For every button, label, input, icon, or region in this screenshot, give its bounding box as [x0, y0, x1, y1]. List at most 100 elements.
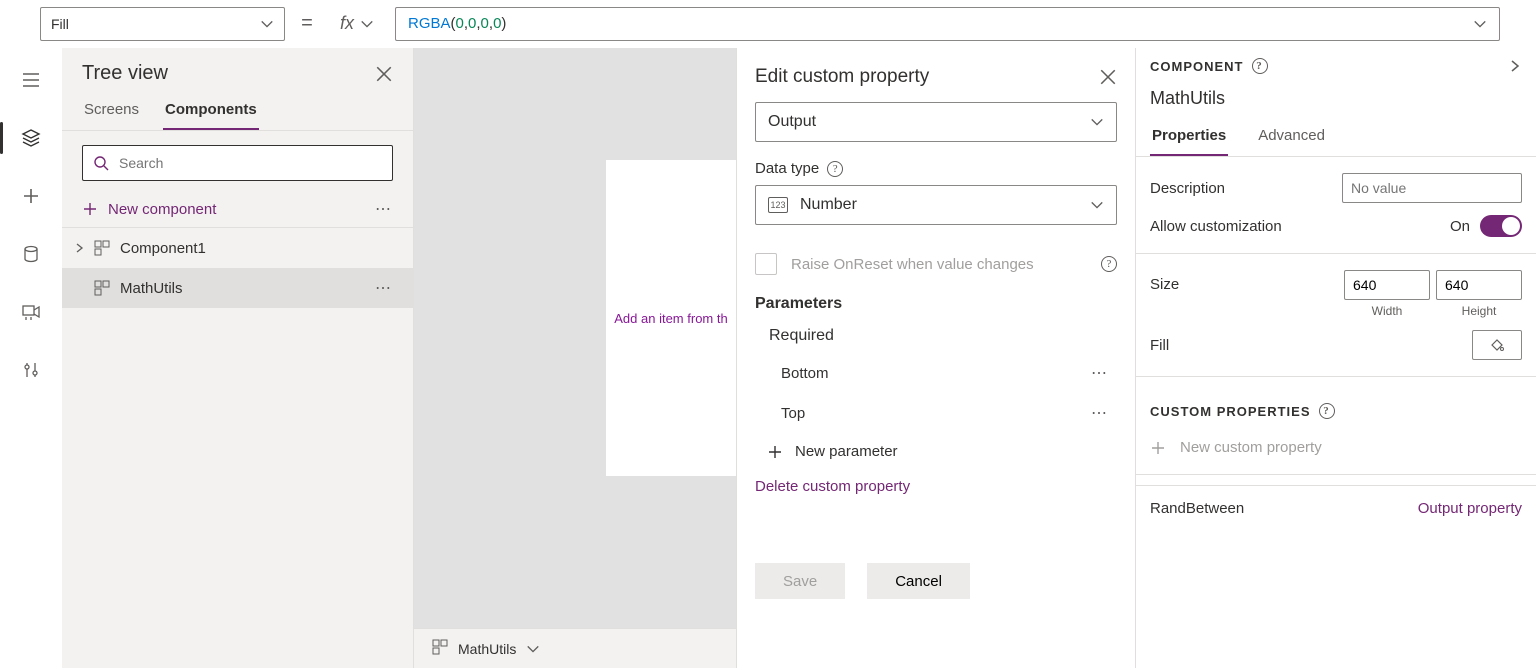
info-icon[interactable]: ? — [827, 161, 843, 177]
component-icon — [432, 639, 448, 658]
component-canvas[interactable]: Add an item from th — [606, 160, 736, 476]
canvas-area: Add an item from th MathUtils — [414, 48, 736, 668]
info-icon[interactable]: ? — [1252, 58, 1268, 74]
plus-icon — [82, 201, 98, 217]
parameter-bottom[interactable]: Bottom ⋯ — [755, 353, 1117, 393]
equals-label: = — [295, 12, 319, 35]
custom-property-type: Output property — [1418, 500, 1522, 517]
formula-function: RGBA — [408, 15, 451, 32]
tab-advanced[interactable]: Advanced — [1256, 119, 1327, 156]
tab-screens[interactable]: Screens — [82, 93, 141, 130]
parameter-more-button[interactable]: ⋯ — [1091, 363, 1109, 383]
variables-button[interactable] — [9, 348, 53, 392]
canvas-placeholder-text: Add an item from th — [614, 311, 727, 326]
save-button[interactable]: Save — [755, 563, 845, 599]
new-component-button[interactable]: New component — [82, 201, 216, 218]
parameters-heading: Parameters — [755, 295, 1117, 313]
new-parameter-label: New parameter — [795, 443, 898, 460]
property-kind-select[interactable]: Output — [755, 102, 1117, 142]
chevron-down-icon — [1090, 115, 1104, 129]
property-selector[interactable]: Fill — [40, 7, 285, 41]
left-rail — [0, 48, 62, 668]
data-type-value: Number — [800, 196, 857, 214]
component-icon — [94, 240, 112, 256]
component-name: MathUtils — [1136, 84, 1536, 119]
tab-components[interactable]: Components — [163, 93, 259, 130]
parameter-label: Bottom — [781, 365, 829, 382]
fx-button[interactable]: fx — [329, 7, 385, 41]
hamburger-button[interactable] — [9, 58, 53, 102]
search-input[interactable] — [82, 145, 393, 181]
allow-customization-toggle[interactable] — [1480, 215, 1522, 237]
chevron-down-icon[interactable] — [1473, 17, 1487, 31]
height-input[interactable] — [1436, 270, 1522, 300]
fx-icon: fx — [340, 13, 354, 34]
insert-button[interactable] — [9, 174, 53, 218]
new-component-label: New component — [108, 201, 216, 218]
delete-custom-property-link[interactable]: Delete custom property — [755, 468, 1117, 513]
tab-properties[interactable]: Properties — [1150, 119, 1228, 156]
custom-property-name: RandBetween — [1150, 500, 1244, 517]
custom-property-randbetween[interactable]: RandBetween Output property — [1136, 485, 1536, 531]
chevron-down-icon[interactable] — [526, 642, 540, 656]
parameter-top[interactable]: Top ⋯ — [755, 393, 1117, 433]
search-icon — [93, 155, 109, 171]
chevron-down-icon — [1090, 198, 1104, 212]
components-more-button[interactable]: ⋯ — [375, 199, 393, 219]
component-icon — [94, 280, 112, 296]
chevron-right-icon[interactable] — [1508, 59, 1522, 73]
width-label: Width — [1372, 304, 1403, 318]
tree-item-label: Component1 — [120, 240, 206, 257]
tree-view-button[interactable] — [9, 116, 53, 160]
tree-view-panel: Tree view Screens Components New compone… — [62, 48, 414, 668]
property-selector-value: Fill — [51, 16, 69, 32]
edit-custom-property-panel: Edit custom property Output Data type ? … — [736, 48, 1136, 668]
data-type-label: Data type — [755, 160, 819, 177]
tree-item-more-button[interactable]: ⋯ — [375, 278, 393, 298]
custom-properties-label: CUSTOM PROPERTIES — [1150, 404, 1311, 419]
properties-panel: COMPONENT ? MathUtils Properties Advance… — [1136, 48, 1536, 668]
database-icon — [21, 244, 41, 264]
number-type-icon: 123 — [768, 197, 788, 213]
data-button[interactable] — [9, 232, 53, 276]
width-input[interactable] — [1344, 270, 1430, 300]
formula-input[interactable]: RGBA(0, 0, 0, 0) — [395, 7, 1500, 41]
toggle-state-label: On — [1450, 218, 1470, 235]
plus-icon — [21, 186, 41, 206]
info-icon[interactable]: ? — [1319, 403, 1335, 419]
parameter-label: Top — [781, 405, 805, 422]
required-label: Required — [755, 323, 1117, 353]
tree-item-component1[interactable]: Component1 — [62, 228, 413, 268]
tree-item-mathutils[interactable]: MathUtils ⋯ — [62, 268, 413, 308]
size-label: Size — [1150, 270, 1179, 293]
layers-icon — [21, 128, 41, 148]
data-type-select[interactable]: 123 Number — [755, 185, 1117, 225]
media-button[interactable] — [9, 290, 53, 334]
fill-color-button[interactable] — [1472, 330, 1522, 360]
formula-bar: Fill = fx RGBA(0, 0, 0, 0) — [0, 0, 1536, 48]
raise-onreset-checkbox[interactable] — [755, 253, 777, 275]
close-icon[interactable] — [375, 65, 393, 83]
search-field[interactable] — [119, 155, 382, 171]
info-icon[interactable]: ? — [1101, 256, 1117, 272]
new-custom-property-label: New custom property — [1180, 439, 1322, 456]
plus-icon — [1150, 440, 1166, 456]
allow-customization-label: Allow customization — [1150, 218, 1282, 235]
fill-label: Fill — [1150, 337, 1169, 354]
chevron-right-icon — [72, 243, 86, 253]
raise-onreset-label: Raise OnReset when value changes — [791, 256, 1087, 273]
close-icon[interactable] — [1099, 68, 1117, 86]
sliders-icon — [21, 360, 41, 380]
hamburger-icon — [21, 70, 41, 90]
height-label: Height — [1462, 304, 1497, 318]
property-kind-value: Output — [768, 113, 816, 131]
description-label: Description — [1150, 180, 1225, 197]
cancel-button[interactable]: Cancel — [867, 563, 970, 599]
parameter-more-button[interactable]: ⋯ — [1091, 403, 1109, 423]
footer-component-name: MathUtils — [458, 641, 516, 657]
new-custom-property-button[interactable]: New custom property — [1136, 429, 1536, 474]
new-parameter-button[interactable]: New parameter — [755, 433, 1117, 468]
tree-view-title: Tree view — [82, 62, 168, 85]
paint-icon — [1489, 337, 1505, 353]
description-input[interactable] — [1342, 173, 1522, 203]
